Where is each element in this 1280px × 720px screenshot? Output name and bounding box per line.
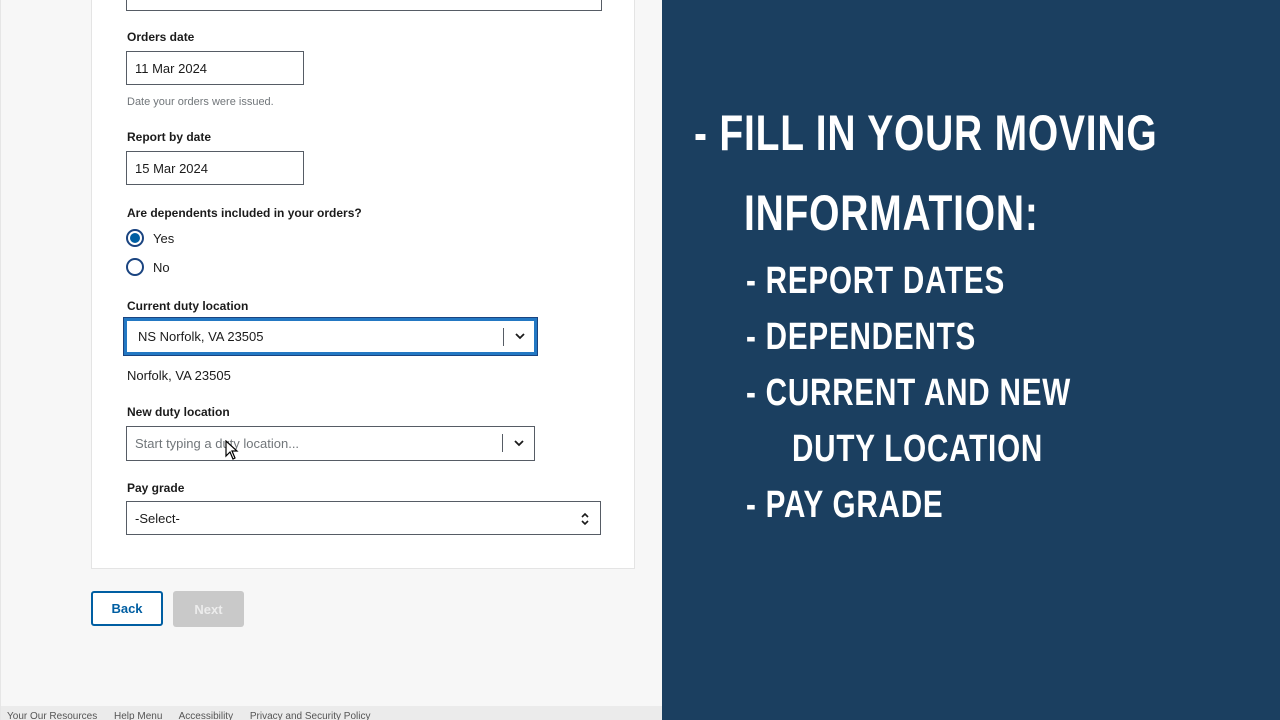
pay-grade-value: -Select- — [135, 510, 180, 526]
slide-bullet: - DEPENDENTS — [746, 316, 977, 358]
orders-date-input[interactable]: 11 Mar 2024 — [126, 51, 304, 85]
report-by-date-label: Report by date — [127, 130, 212, 144]
report-by-date-value: 15 Mar 2024 — [135, 160, 208, 176]
previous-field-input[interactable] — [126, 0, 602, 11]
pay-grade-select[interactable]: -Select- — [126, 501, 601, 535]
form-pane: Orders date 11 Mar 2024 Date your orders… — [0, 0, 669, 720]
instruction-slide: - FILL IN YOUR MOVING INFORMATION: - REP… — [662, 0, 1280, 720]
radio-no-label: No — [153, 259, 170, 275]
mouse-cursor-icon — [225, 440, 239, 460]
footer-link[interactable]: Help Menu — [114, 711, 162, 720]
current-duty-location-value: NS Norfolk, VA 23505 — [138, 329, 264, 344]
next-button[interactable]: Next — [173, 591, 244, 627]
slide-bullet: - CURRENT AND NEW — [746, 372, 1072, 414]
new-duty-location-placeholder: Start typing a duty location... — [135, 436, 300, 451]
chevron-down-icon[interactable] — [513, 329, 527, 343]
new-duty-location-label: New duty location — [127, 405, 230, 419]
radio-yes[interactable] — [126, 229, 144, 247]
slide-bullet-continuation: DUTY LOCATION — [792, 428, 1044, 470]
radio-yes-label: Yes — [153, 230, 175, 246]
footer-link[interactable]: Privacy and Security Policy — [250, 711, 371, 720]
slide-bullet: - PAY GRADE — [746, 484, 944, 526]
chevron-down-icon[interactable] — [512, 436, 526, 450]
orders-date-hint: Date your orders were issued. — [127, 96, 274, 108]
pay-grade-label: Pay grade — [127, 481, 185, 495]
slide-heading-line-2: INFORMATION: — [744, 185, 1039, 241]
combo-separator — [503, 328, 504, 346]
footer-link[interactable]: Your Our Resources — [7, 711, 97, 720]
footer-links: Your Our Resources Help Menu Accessibili… — [1, 706, 669, 720]
dependents-yes-option[interactable]: Yes — [126, 229, 174, 247]
slide-heading-line-1: - FILL IN YOUR MOVING — [694, 105, 1158, 161]
back-button[interactable]: Back — [91, 591, 163, 626]
up-down-arrows-icon — [581, 512, 589, 526]
current-duty-location-detail: Norfolk, VA 23505 — [127, 368, 231, 383]
radio-no[interactable] — [126, 258, 144, 276]
footer-link[interactable]: Accessibility — [179, 711, 233, 720]
slide-bullet: - REPORT DATES — [746, 260, 1006, 302]
orders-date-label: Orders date — [127, 30, 195, 44]
dependents-question: Are dependents included in your orders? — [127, 206, 362, 220]
current-duty-location-label: Current duty location — [127, 299, 249, 313]
report-by-date-input[interactable]: 15 Mar 2024 — [126, 151, 304, 185]
combo-separator — [502, 434, 503, 452]
dependents-no-option[interactable]: No — [126, 258, 170, 276]
orders-date-value: 11 Mar 2024 — [135, 60, 208, 76]
current-duty-location-combobox[interactable]: NS Norfolk, VA 23505 — [123, 317, 538, 356]
new-duty-location-combobox[interactable]: Start typing a duty location... — [126, 426, 535, 461]
